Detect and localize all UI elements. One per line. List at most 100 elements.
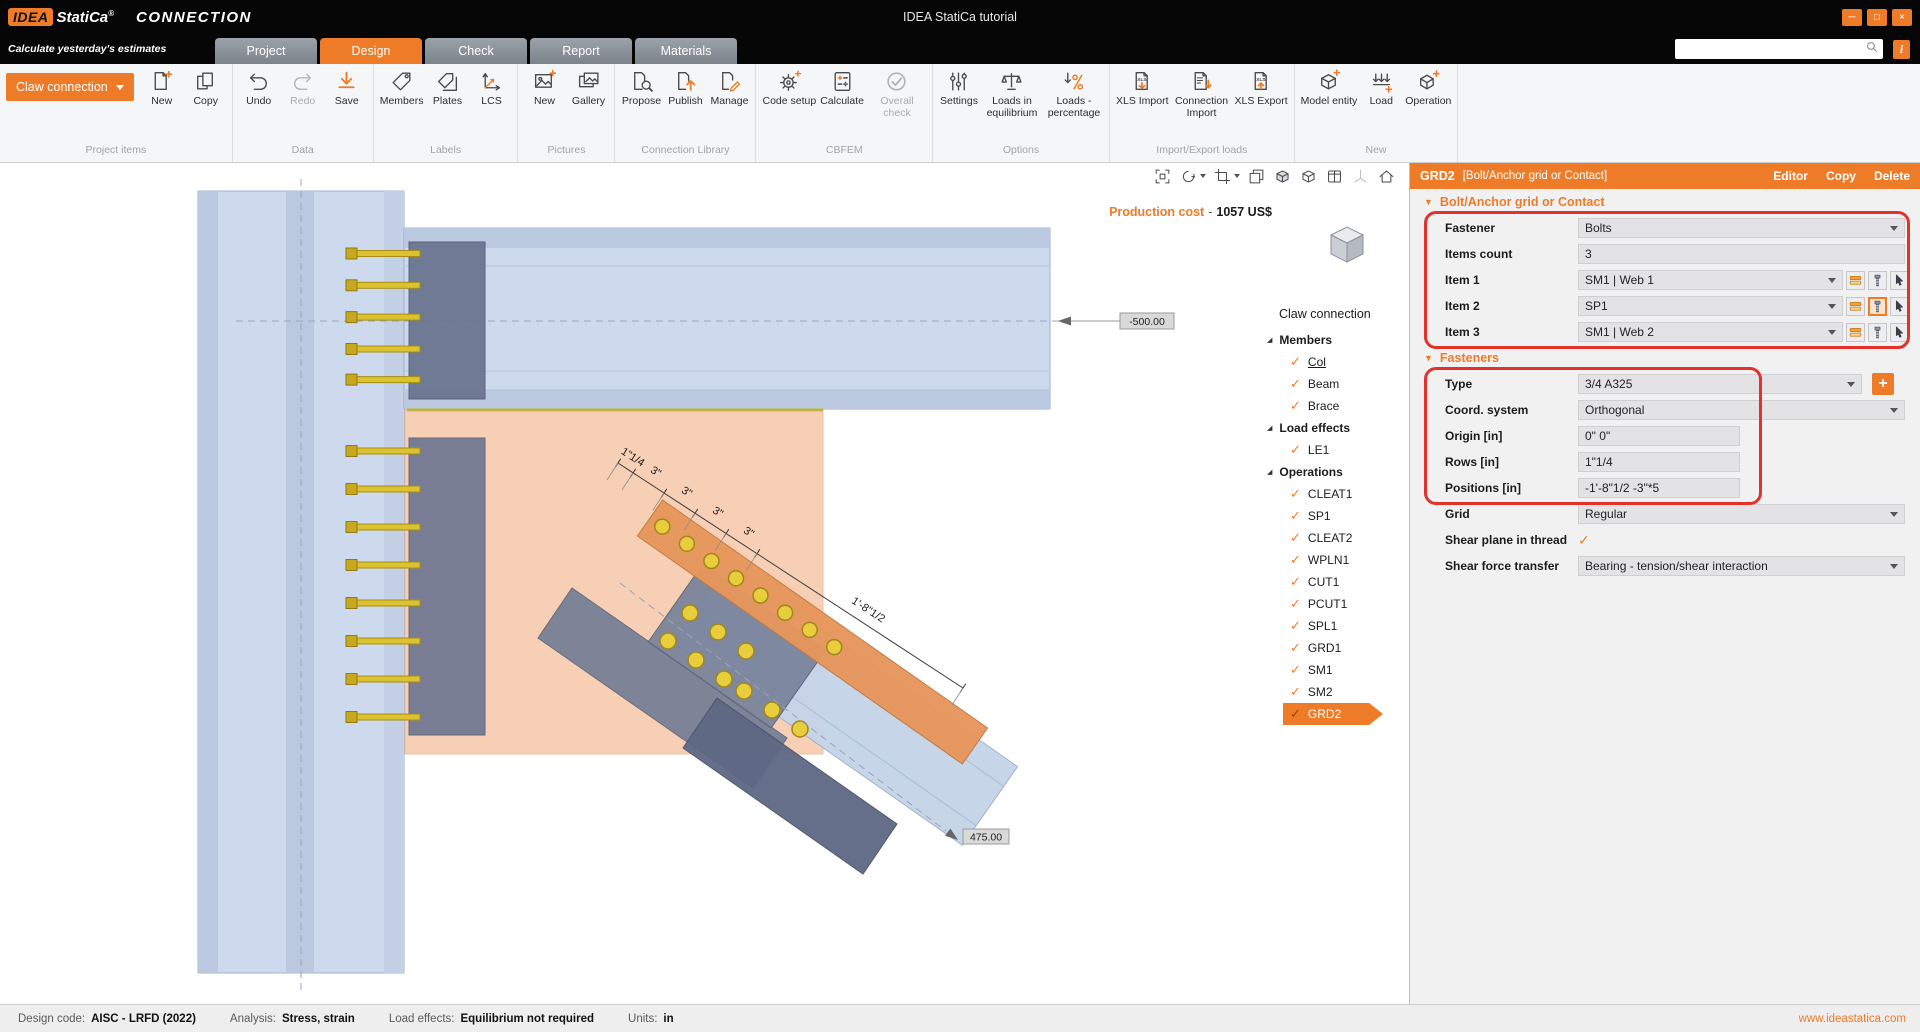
checkbox-checked-icon[interactable]: ✓ [1290, 530, 1301, 546]
close-button[interactable]: × [1892, 9, 1912, 26]
checkbox-checked-icon[interactable]: ✓ [1290, 442, 1301, 458]
fastener-dropdown[interactable]: Bolts [1578, 218, 1905, 238]
axes-button[interactable] [1350, 165, 1371, 187]
shear-plane-in-thread-checkbox[interactable]: ✓ [1578, 532, 1590, 549]
tree-item-cleat2[interactable]: ✓CLEAT2 [1253, 527, 1410, 549]
ribbon-button-undo[interactable]: Undo [237, 66, 281, 110]
tree-item-sp1[interactable]: ✓SP1 [1253, 505, 1410, 527]
bolt-select-button[interactable] [1868, 271, 1887, 290]
plate-select-button[interactable] [1846, 297, 1865, 316]
tree-item-brace[interactable]: ✓Brace [1253, 395, 1410, 417]
tree-group-load-effects[interactable]: ◢Load effects [1253, 417, 1410, 439]
cursor-select-button[interactable] [1890, 297, 1909, 316]
cube-solid-button[interactable] [1272, 165, 1293, 187]
tree-item-grd1[interactable]: ✓GRD1 [1253, 637, 1410, 659]
checkbox-checked-icon[interactable]: ✓ [1290, 508, 1301, 524]
positions-in-input[interactable]: -1'-8"1/2 -3"*5 [1578, 478, 1740, 498]
editor-action-button[interactable]: Editor [1773, 169, 1808, 183]
home-button[interactable] [1376, 165, 1397, 187]
plate-select-button[interactable] [1846, 323, 1865, 342]
tree-item-grd2[interactable]: ✓GRD2 [1283, 703, 1383, 725]
checkbox-checked-icon[interactable]: ✓ [1290, 486, 1301, 502]
tab-materials[interactable]: Materials [635, 38, 737, 64]
model-canvas[interactable]: 475.00 -500.00 [0, 163, 1410, 1004]
beam-member[interactable] [404, 228, 1050, 409]
ribbon-button-load[interactable]: Load [1359, 66, 1403, 110]
tree-item-cut1[interactable]: ✓CUT1 [1253, 571, 1410, 593]
model-viewport[interactable]: 475.00 -500.00 [0, 163, 1410, 1004]
connection-launcher-button[interactable]: Claw connection [6, 73, 134, 101]
view-stack-button[interactable] [1246, 165, 1267, 187]
grid-dropdown[interactable]: Regular [1578, 504, 1905, 524]
view-cube[interactable] [1321, 217, 1373, 269]
ribbon-button-calculate[interactable]: Calculate [818, 66, 866, 110]
ribbon-button-code-setup[interactable]: Code setup [760, 66, 818, 110]
ribbon-button-settings[interactable]: Settings [937, 66, 981, 110]
clipping-button[interactable] [1212, 165, 1241, 187]
bolt-select-button[interactable] [1868, 323, 1887, 342]
ribbon-button-save[interactable]: Save [325, 66, 369, 110]
checkbox-checked-icon[interactable]: ✓ [1290, 574, 1301, 590]
coord-system-dropdown[interactable]: Orthogonal [1578, 400, 1905, 420]
item-2-dropdown[interactable]: SP1 [1578, 296, 1843, 316]
ribbon-button-publish[interactable]: Publish [663, 66, 707, 110]
ribbon-button-redo[interactable]: Redo [281, 66, 325, 110]
ribbon-button-xls-export[interactable]: XLSXLS Export [1233, 66, 1290, 110]
ribbon-button-copy[interactable]: Copy [184, 66, 228, 110]
tree-item-sm2[interactable]: ✓SM2 [1253, 681, 1410, 703]
checkbox-checked-icon[interactable]: ✓ [1290, 552, 1301, 568]
ribbon-button-operation[interactable]: Operation [1403, 66, 1453, 110]
ribbon-button-plates[interactable]: Plates [425, 66, 469, 110]
tab-design[interactable]: Design [320, 38, 422, 64]
tab-project[interactable]: Project [215, 38, 317, 64]
item-3-dropdown[interactable]: SM1 | Web 2 [1578, 322, 1843, 342]
checkbox-checked-icon[interactable]: ✓ [1290, 684, 1301, 700]
checkbox-checked-icon[interactable]: ✓ [1290, 376, 1301, 392]
search-box[interactable] [1675, 39, 1883, 59]
tree-item-beam[interactable]: ✓Beam [1253, 373, 1410, 395]
copy-action-button[interactable]: Copy [1826, 169, 1856, 183]
checkbox-checked-icon[interactable]: ✓ [1290, 354, 1301, 370]
minimize-button[interactable]: ─ [1842, 9, 1862, 26]
ribbon-button-model-entity[interactable]: Model entity [1299, 66, 1360, 110]
tree-item-cleat1[interactable]: ✓CLEAT1 [1253, 483, 1410, 505]
type-dropdown[interactable]: 3/4 A325 [1578, 374, 1862, 394]
search-input[interactable] [1679, 41, 1865, 57]
checkbox-checked-icon[interactable]: ✓ [1290, 706, 1301, 722]
checkbox-checked-icon[interactable]: ✓ [1290, 596, 1301, 612]
checkbox-checked-icon[interactable]: ✓ [1290, 640, 1301, 656]
ribbon-button-lcs[interactable]: LCS [469, 66, 513, 110]
website-link[interactable]: www.ideastatica.com [1799, 1013, 1906, 1025]
tree-group-members[interactable]: ◢Members [1253, 329, 1410, 351]
tree-item-col[interactable]: ✓Col [1253, 351, 1410, 373]
views-book-button[interactable] [1324, 165, 1345, 187]
tree-item-wpln1[interactable]: ✓WPLN1 [1253, 549, 1410, 571]
fit-view-button[interactable] [1152, 165, 1173, 187]
ribbon-button-members[interactable]: Members [378, 66, 426, 110]
ribbon-button-loads-percentage[interactable]: Loads - percentage [1043, 66, 1105, 122]
cursor-select-button[interactable] [1890, 271, 1909, 290]
tree-item-sm1[interactable]: ✓SM1 [1253, 659, 1410, 681]
plate-select-button[interactable] [1846, 271, 1865, 290]
tree-item-pcut1[interactable]: ✓PCUT1 [1253, 593, 1410, 615]
ribbon-button-new[interactable]: New [522, 66, 566, 110]
orbit-button[interactable] [1178, 165, 1207, 187]
items-count-input[interactable]: 3 [1578, 244, 1905, 264]
delete-action-button[interactable]: Delete [1874, 169, 1910, 183]
rows-in-input[interactable]: 1"1/4 [1578, 452, 1740, 472]
cursor-select-button[interactable] [1890, 323, 1909, 342]
tab-report[interactable]: Report [530, 38, 632, 64]
cleat2-plate[interactable] [409, 438, 485, 735]
shear-force-transfer-dropdown[interactable]: Bearing - tension/shear interaction [1578, 556, 1905, 576]
checkbox-checked-icon[interactable]: ✓ [1290, 662, 1301, 678]
add-fastener-type-button[interactable]: + [1872, 373, 1894, 395]
ribbon-button-xls-import[interactable]: XLSXLS Import [1114, 66, 1171, 110]
ribbon-button-gallery[interactable]: Gallery [566, 66, 610, 110]
tree-item-spl1[interactable]: ✓SPL1 [1253, 615, 1410, 637]
ribbon-button-new[interactable]: New [140, 66, 184, 110]
tree-item-le1[interactable]: ✓LE1 [1253, 439, 1410, 461]
tab-check[interactable]: Check [425, 38, 527, 64]
origin-in-input[interactable]: 0" 0" [1578, 426, 1740, 446]
ribbon-button-overall-check[interactable]: Overall check [866, 66, 928, 122]
info-button[interactable]: i [1893, 40, 1910, 59]
